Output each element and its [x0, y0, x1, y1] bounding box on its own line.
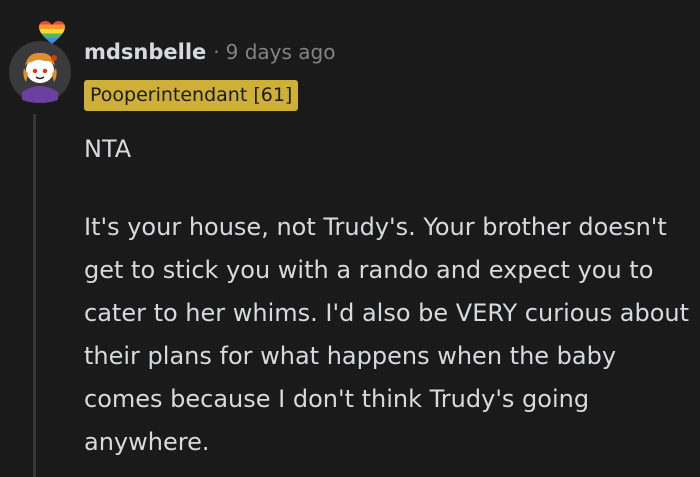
thread-line[interactable] [33, 114, 36, 477]
comment-paragraph: NTA [84, 135, 132, 163]
comment: mdsnbelle · 9 days ago Pooperintendant [… [0, 0, 700, 477]
avatar[interactable] [8, 40, 72, 104]
username[interactable]: mdsnbelle [84, 40, 206, 64]
comment-paragraph: It's your house, not Trudy's. Your broth… [84, 213, 690, 456]
meta-separator: · [213, 40, 220, 64]
rainbow-heart-icon [39, 21, 65, 44]
comment-body: NTA It's your house, not Trudy's. Your b… [84, 128, 689, 464]
timestamp[interactable]: 9 days ago [226, 40, 336, 64]
comment-meta: mdsnbelle · 9 days ago [84, 36, 335, 68]
user-flair: Pooperintendant [61] [84, 80, 299, 111]
